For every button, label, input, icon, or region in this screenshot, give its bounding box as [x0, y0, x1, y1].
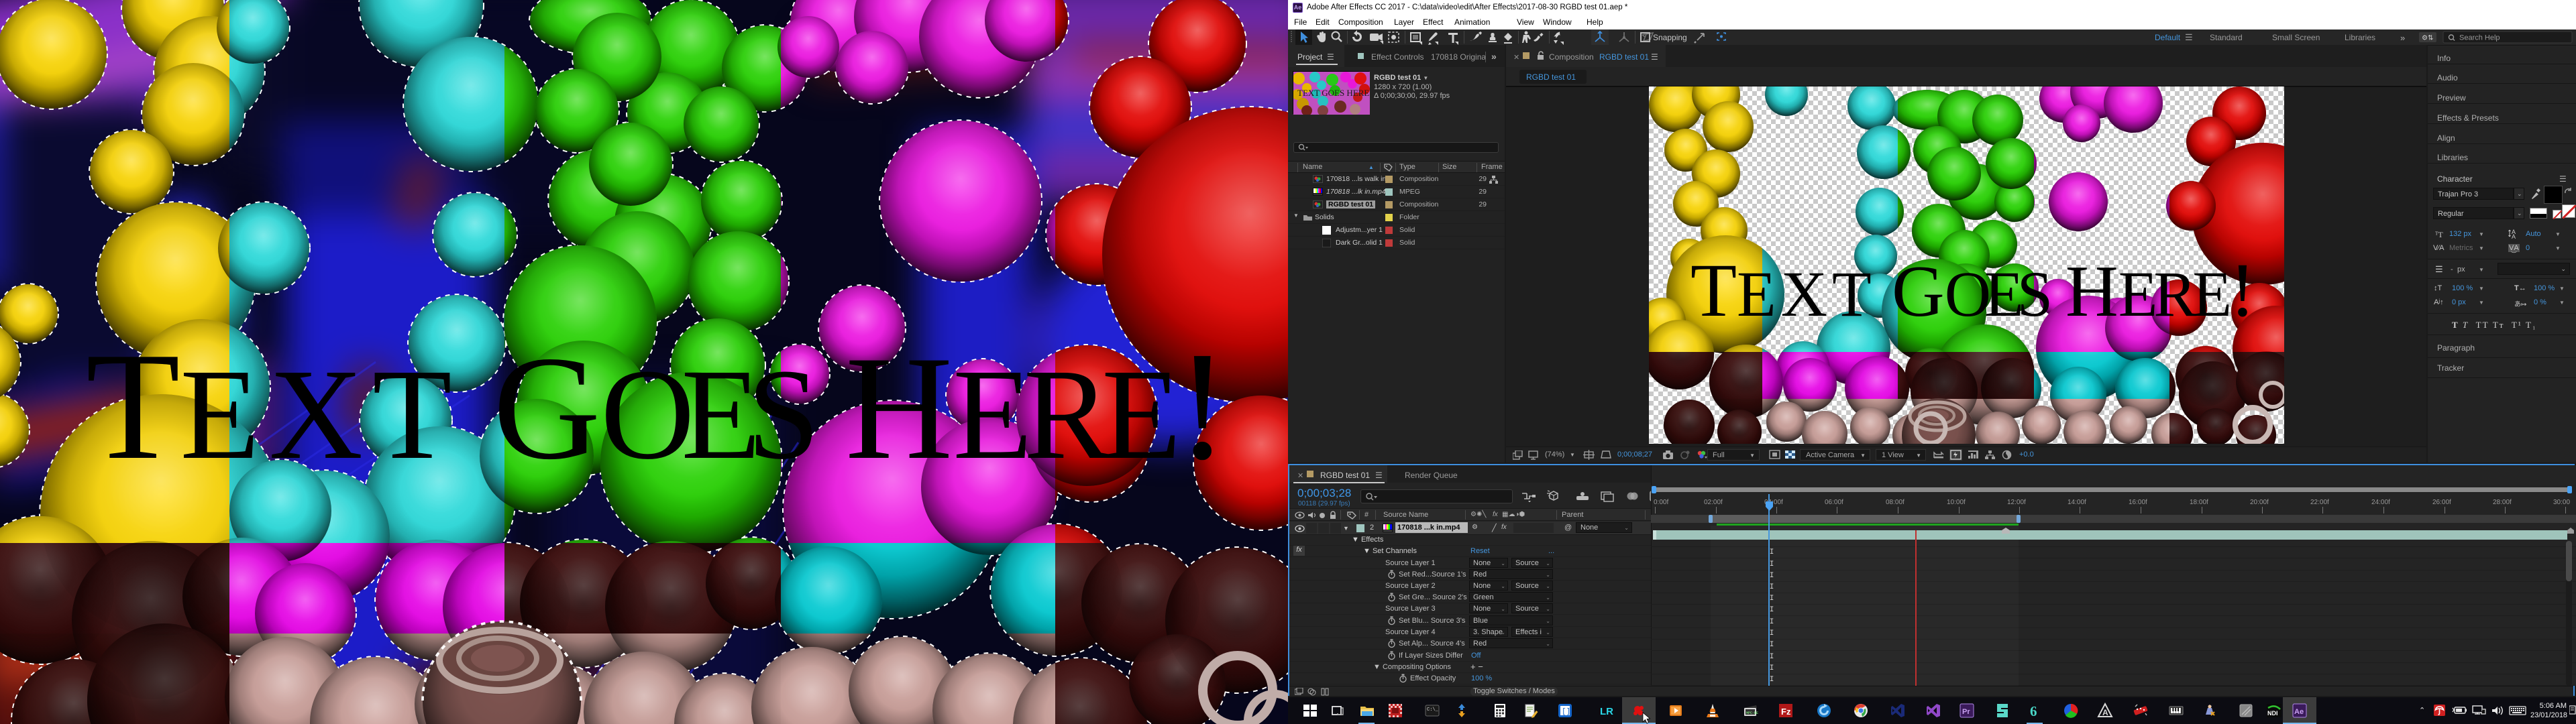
- svg-text:Small Screen: Small Screen: [2272, 33, 2320, 42]
- svg-text:Ae: Ae: [2294, 708, 2304, 716]
- svg-text:[]: []: [1562, 708, 1570, 716]
- svg-text:C:\_: C:\_: [1427, 707, 1439, 713]
- svg-text:6: 6: [2030, 703, 2037, 719]
- svg-text:TЕХT GOES HЕRE!: TЕХT GOES HЕRE!: [1297, 88, 1370, 98]
- svg-text:NDI: NDI: [2267, 710, 2278, 717]
- svg-text:Snapping: Snapping: [1653, 33, 1687, 42]
- svg-text:Fz: Fz: [1781, 707, 1791, 717]
- svg-text:A: A: [2512, 233, 2516, 239]
- svg-text:⚙⇅: ⚙⇅: [2422, 35, 2433, 42]
- svg-text:HERE!: HERE!: [2065, 247, 2255, 333]
- svg-text:»: »: [2400, 33, 2405, 43]
- svg-text:Search Help: Search Help: [2459, 34, 2500, 42]
- svg-text:Default: Default: [2155, 33, 2181, 42]
- svg-text:Libraries: Libraries: [2345, 33, 2375, 42]
- svg-text:A: A: [2102, 708, 2108, 717]
- svg-text:TEXT: TEXT: [86, 320, 462, 491]
- svg-text:GOES: GOES: [1892, 251, 2049, 332]
- svg-text:Standard: Standard: [2210, 33, 2243, 42]
- svg-text:LR: LR: [1600, 706, 1613, 717]
- svg-text:Pr: Pr: [1962, 708, 1970, 716]
- svg-text:☰: ☰: [2185, 32, 2193, 42]
- svg-text:TEXT: TEXT: [1690, 249, 1876, 333]
- svg-text:HERE!: HERE!: [845, 320, 1228, 492]
- svg-text:GOES: GOES: [493, 326, 812, 491]
- svg-text:MPC-BE: MPC-BE: [1746, 711, 1758, 715]
